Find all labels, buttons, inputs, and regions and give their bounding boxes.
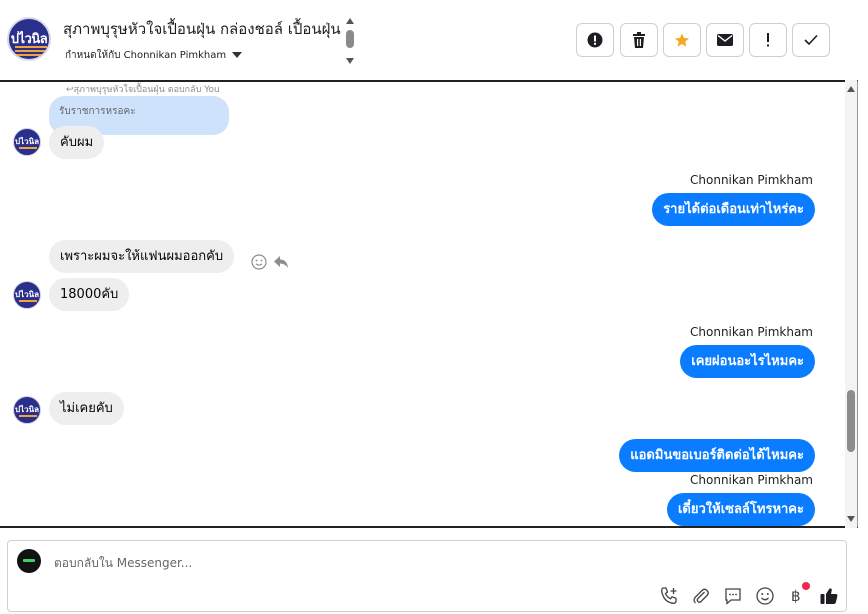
sender-name: Chonnikan Pimkham [690,173,813,187]
baht-icon[interactable]: ฿ [786,582,810,607]
emoji-icon[interactable] [754,585,776,607]
customer-avatar-small[interactable]: ปไวนิล [13,396,41,424]
mail-button[interactable] [706,23,744,57]
scroll-up-icon[interactable] [847,86,855,92]
assignee-label: กำหนดให้กับ Chonnikan Pimkham [65,50,227,61]
avatar-stripe [19,415,37,417]
thread-scrollbar[interactable] [845,80,857,528]
header-scrollbar[interactable] [344,18,356,64]
svg-text:฿: ฿ [791,587,801,605]
sender-name: Chonnikan Pimkham [690,325,813,339]
avatar-stripe [19,147,37,149]
avatar-stripe [15,54,47,56]
delete-button[interactable] [620,23,658,57]
conversation-title: สุภาพบุรุษหัวใจเปื้อนฝุ่น กล่องชอล์ เปื้… [63,20,341,38]
avatar-stripe [19,300,37,302]
page-avatar [17,549,41,573]
scroll-thumb[interactable] [847,390,855,452]
quoted-message-text: รับราชการหรอคะ [59,106,136,117]
outgoing-message[interactable]: แอดมินขอเบอร์ติดต่อได้ไหมคะ [619,439,815,472]
done-button[interactable] [792,23,830,57]
exclamation-icon [767,33,769,47]
conversation-header: ปไวนิล สุภาพบุรุษหัวใจเปื้อนฝุ่น กล่องชอ… [0,0,868,80]
notification-dot [802,582,810,590]
trash-icon [633,32,645,48]
exclamation-circle-icon [587,32,603,48]
incoming-message[interactable]: ไม่เคยคับ [49,392,124,425]
caret-down-icon [232,52,243,58]
customer-avatar[interactable]: ปไวนิล [7,17,51,61]
star-icon [675,33,689,47]
reply-caption: ↩สุภาพบุรุษหัวใจเปื้อนฝุ่น ตอบกลับ You [66,85,220,95]
message-actions [251,253,291,273]
phone-plus-icon[interactable] [658,585,680,607]
saved-reply-icon[interactable] [722,585,744,607]
customer-avatar-small[interactable]: ปไวนิล [13,281,41,309]
checkmark-icon [804,34,818,46]
report-button[interactable] [576,23,614,57]
reply-arrow-icon[interactable] [273,254,289,270]
message-thread: ↩สุภาพบุรุษหัวใจเปื้อนฝุ่น ตอบกลับ You ร… [0,80,858,528]
star-button[interactable] [663,23,701,57]
composer-toolbar: ฿ [658,582,840,608]
assignee-dropdown[interactable]: กำหนดให้กับ Chonnikan Pimkham [65,48,243,63]
avatar-stripe [15,46,47,48]
envelope-icon [717,34,733,46]
incoming-message[interactable]: 18000คับ [49,278,130,311]
outgoing-message[interactable]: เคยผ่อนอะไรไหมคะ [680,345,815,378]
scroll-up-icon[interactable] [346,18,354,24]
outgoing-message[interactable]: เดี๋ยวให้เซลล์โทรหาคะ [666,493,815,526]
thumbs-up-icon[interactable] [818,585,840,607]
emoji-react-icon[interactable] [251,254,267,270]
flag-button[interactable] [749,23,787,57]
outgoing-message[interactable]: รายได้ต่อเดือนเท่าไหร่คะ [652,193,815,226]
customer-avatar-small[interactable]: ปไวนิล [13,128,41,156]
reply-input[interactable]: ตอบกลับใน Messenger... [54,554,192,573]
sender-name: Chonnikan Pimkham [690,473,813,487]
message-composer[interactable]: ตอบกลับใน Messenger... ฿ [7,540,847,612]
avatar-stripe [15,50,47,52]
incoming-message[interactable]: เพราะผมจะให้แฟนผมออกคับ [49,240,235,273]
scroll-down-icon[interactable] [346,58,354,64]
scroll-down-icon[interactable] [847,516,855,522]
paperclip-icon[interactable] [690,585,712,607]
incoming-message[interactable]: คับผม [49,126,105,159]
scroll-thumb[interactable] [346,30,354,48]
